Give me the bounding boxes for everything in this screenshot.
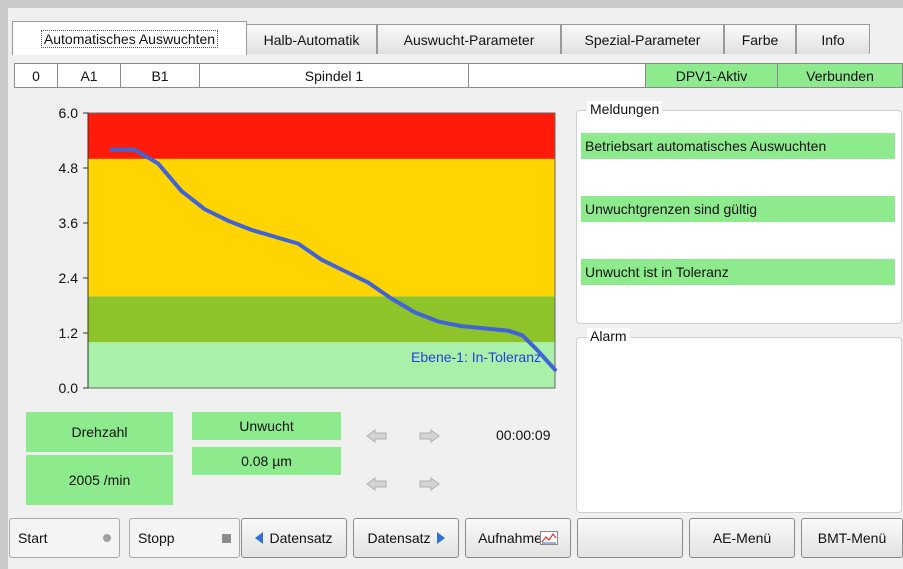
- y-tick-label: 0.0: [59, 380, 79, 396]
- speed-value: 2005 /min: [26, 455, 173, 505]
- message-item: Unwuchtgrenzen sind gültig: [581, 196, 895, 222]
- chart-zone: [88, 158, 555, 297]
- unbalance-label: Unwucht: [192, 412, 341, 440]
- chart-icon: [539, 531, 558, 545]
- unbalance-chart: 0.0 1.2 2.4 3.6 4.8 6.0 Ebene-1: In-Toleranz: [59, 105, 557, 396]
- tab-info[interactable]: Info: [796, 24, 870, 54]
- speed-label: Drehzahl: [26, 412, 173, 452]
- status-empty: [468, 63, 646, 88]
- messages-group: Meldungen Betriebsart automatisches Ausw…: [576, 101, 902, 324]
- stop-square-icon: [222, 533, 231, 543]
- message-item: Betriebsart automatisches Auswuchten: [581, 133, 895, 159]
- bmt-menu-button[interactable]: BMT-Menü: [801, 518, 903, 558]
- tab-label: Farbe: [741, 31, 779, 48]
- ae-menu-button[interactable]: AE-Menü: [689, 518, 795, 558]
- y-tick-label: 6.0: [59, 105, 79, 121]
- tab-halb-automatik[interactable]: Halb-Automatik: [246, 24, 377, 54]
- start-label: Start: [18, 530, 48, 546]
- status-cell-a1: A1: [57, 63, 121, 88]
- messages-title: Meldungen: [587, 101, 663, 117]
- tab-farbe[interactable]: Farbe: [724, 24, 796, 54]
- status-spindle: Spindel 1: [199, 63, 469, 88]
- tab-label: Info: [821, 31, 845, 48]
- tab-automatisches-auswuchten[interactable]: Automatisches Auswuchten: [12, 21, 247, 55]
- y-tick-label: 3.6: [59, 215, 79, 231]
- chart-zone: [88, 296, 555, 343]
- status-row: 0 A1 B1 Spindel 1 DPV1-Aktiv Verbunden: [14, 63, 903, 88]
- status-dpv-badge: DPV1-Aktiv: [645, 63, 778, 88]
- status-cell-0: 0: [14, 63, 58, 88]
- unbalance-value: 0.08 µm: [192, 447, 341, 475]
- blank-button[interactable]: [577, 518, 683, 558]
- arrow-right-icon[interactable]: [418, 476, 440, 492]
- arrow-left-icon[interactable]: [366, 428, 388, 444]
- bmt-menu-label: BMT-Menü: [817, 530, 887, 546]
- record-button[interactable]: Aufnahme: [465, 518, 571, 558]
- elapsed-timer: 00:00:09: [496, 427, 551, 443]
- next-record-label: Datensatz: [367, 530, 431, 546]
- y-tick-label: 4.8: [59, 160, 79, 176]
- ae-menu-label: AE-Menü: [712, 530, 772, 546]
- stop-button[interactable]: Stopp: [129, 518, 240, 558]
- next-record-button[interactable]: Datensatz: [353, 518, 459, 558]
- status-cell-b1: B1: [120, 63, 200, 88]
- alarm-title: Alarm: [587, 328, 630, 344]
- message-item: Unwucht ist in Toleranz: [581, 259, 895, 285]
- app-window: Automatisches Auswuchten Halb-Automatik …: [8, 8, 903, 569]
- tab-auswucht-parameter[interactable]: Auswucht-Parameter: [377, 24, 561, 54]
- status-connection-badge: Verbunden: [777, 63, 903, 88]
- chart-zone: [88, 113, 555, 159]
- record-label: Aufnahme: [478, 530, 542, 546]
- tab-label: Auswucht-Parameter: [403, 31, 535, 48]
- stop-label: Stopp: [138, 530, 175, 546]
- triangle-left-icon: [255, 532, 264, 544]
- arrow-right-icon[interactable]: [418, 428, 440, 444]
- alarm-group: Alarm: [576, 328, 902, 513]
- previous-record-label: Datensatz: [269, 530, 333, 546]
- status-dot-icon: [103, 534, 111, 542]
- y-tick-label: 1.2: [59, 325, 79, 341]
- tab-label: Automatisches Auswuchten: [40, 29, 219, 48]
- tab-spezial-parameter[interactable]: Spezial-Parameter: [561, 24, 724, 54]
- y-tick-label: 2.4: [59, 270, 79, 286]
- triangle-right-icon: [436, 532, 445, 544]
- tab-bar: Automatisches Auswuchten Halb-Automatik …: [8, 16, 903, 55]
- tab-label: Spezial-Parameter: [584, 31, 701, 48]
- chart-annotation: Ebene-1: In-Toleranz: [411, 349, 541, 365]
- start-button[interactable]: Start: [9, 518, 120, 558]
- arrow-left-icon[interactable]: [366, 476, 388, 492]
- previous-record-button[interactable]: Datensatz: [241, 518, 347, 558]
- tab-label: Halb-Automatik: [263, 31, 360, 48]
